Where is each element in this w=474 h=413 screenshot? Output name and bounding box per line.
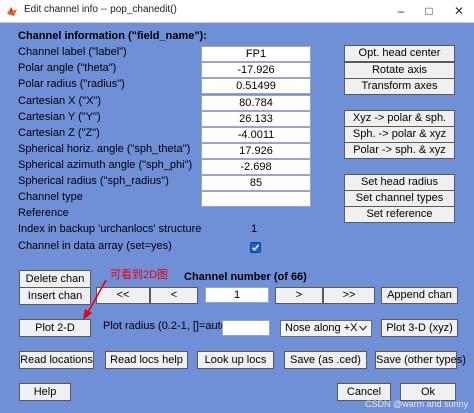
plot-radius-input[interactable] bbox=[222, 320, 270, 336]
field-sph-theta-input[interactable]: 17.926 bbox=[201, 143, 311, 159]
field-sph-phi-label: Spherical azimuth angle ("sph_phi") bbox=[18, 159, 193, 171]
opt-head-center-button[interactable]: Opt. head center bbox=[344, 45, 455, 62]
channel-number-input[interactable]: 1 bbox=[205, 287, 269, 303]
transform-axes-button[interactable]: Transform axes bbox=[344, 78, 455, 95]
set-reference-button[interactable]: Set reference bbox=[344, 206, 455, 223]
read-locs-help-button[interactable]: Read locs help bbox=[105, 351, 188, 369]
edit-channel-window: Edit channel info -- pop_chanedit() – □ … bbox=[0, 0, 474, 413]
chevron-down-icon bbox=[359, 325, 367, 331]
plot-2d-button[interactable]: Plot 2-D bbox=[19, 319, 91, 337]
append-chan-button[interactable]: Append chan bbox=[381, 287, 458, 304]
plot-3d-button[interactable]: Plot 3-D (xyz) bbox=[381, 319, 458, 337]
maximize-icon[interactable]: □ bbox=[414, 0, 444, 22]
field-y-label: Cartesian Y ("Y") bbox=[18, 111, 101, 123]
field-z-label: Cartesian Z ("Z") bbox=[18, 127, 100, 139]
reference-label: Reference bbox=[18, 207, 69, 219]
channel-number-label: Channel number (of 66) bbox=[184, 271, 307, 283]
close-icon[interactable]: ✕ bbox=[444, 0, 474, 22]
field-sph-theta-label: Spherical horiz. angle ("sph_theta") bbox=[18, 143, 191, 155]
annotation-text: 可看到2D图 bbox=[110, 269, 169, 281]
field-sph-phi-input[interactable]: -2.698 bbox=[201, 159, 311, 175]
help-button[interactable]: Help bbox=[19, 383, 71, 401]
plot-radius-label: Plot radius (0.2-1, []=auto) bbox=[103, 320, 231, 332]
set-channel-types-button[interactable]: Set channel types bbox=[344, 190, 455, 207]
field-theta-label: Polar angle ("theta") bbox=[18, 62, 117, 74]
look-up-locs-button[interactable]: Look up locs bbox=[197, 351, 274, 369]
prev-channel-button[interactable]: < bbox=[150, 287, 198, 304]
matlab-icon bbox=[7, 7, 17, 16]
xyz-to-polar-sph-button[interactable]: Xyz -> polar & sph. bbox=[344, 110, 455, 127]
field-sph-radius-label: Spherical radius ("sph_radius") bbox=[18, 175, 169, 187]
field-label-label: Channel label ("label") bbox=[18, 46, 127, 58]
section-header: Channel information ("field_name"): bbox=[18, 30, 207, 42]
backup-index-value: 1 bbox=[251, 223, 258, 235]
read-locations-button[interactable]: Read locations bbox=[19, 351, 94, 369]
field-label-input[interactable]: FP1 bbox=[201, 46, 311, 62]
checkmark-icon bbox=[251, 244, 260, 251]
field-x-input[interactable]: 80.784 bbox=[201, 95, 311, 111]
watermark: CSDN @warm and sunny bbox=[365, 399, 469, 409]
field-theta-input[interactable]: -17.926 bbox=[201, 62, 311, 78]
last-channel-button[interactable]: >> bbox=[323, 287, 375, 304]
nose-direction-value: Nose along +X bbox=[285, 322, 358, 334]
sph-to-polar-xyz-button[interactable]: Sph. -> polar & xyz bbox=[344, 126, 455, 143]
field-type-label: Channel type bbox=[18, 191, 83, 203]
field-z-input[interactable]: -4.0011 bbox=[201, 127, 311, 143]
window-title: Edit channel info -- pop_chanedit() bbox=[24, 4, 177, 15]
title-bar: Edit channel info -- pop_chanedit() – □ … bbox=[0, 0, 474, 23]
annotation-arrow-icon bbox=[83, 279, 107, 320]
polar-to-sph-xyz-button[interactable]: Polar -> sph. & xyz bbox=[344, 142, 455, 159]
save-other-button[interactable]: Save (other types) bbox=[375, 351, 466, 369]
save-ced-button[interactable]: Save (as .ced) bbox=[284, 351, 367, 369]
set-head-radius-button[interactable]: Set head radius bbox=[344, 174, 455, 191]
rotate-axis-button[interactable]: Rotate axis bbox=[344, 62, 455, 79]
backup-index-label: Index in backup 'urchanlocs' structure bbox=[18, 223, 202, 235]
field-type-input[interactable] bbox=[201, 191, 311, 207]
field-radius-input[interactable]: 0.51499 bbox=[201, 78, 311, 94]
field-sph-radius-input[interactable]: 85 bbox=[201, 175, 311, 191]
next-channel-button[interactable]: > bbox=[275, 287, 323, 304]
data-array-checkbox[interactable] bbox=[250, 242, 261, 253]
data-array-label: Channel in data array (set=yes) bbox=[18, 240, 172, 252]
field-x-label: Cartesian X ("X") bbox=[18, 95, 101, 107]
minimize-icon[interactable]: – bbox=[386, 0, 416, 22]
field-y-input[interactable]: 26.133 bbox=[201, 111, 311, 127]
nose-direction-select[interactable]: Nose along +X bbox=[280, 320, 372, 337]
field-radius-label: Polar radius ("radius") bbox=[18, 78, 125, 90]
